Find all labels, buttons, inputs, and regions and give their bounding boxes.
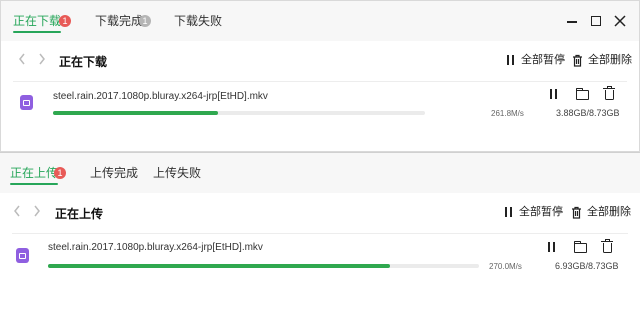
- pause-icon: [507, 55, 514, 66]
- tab-uploading-label: 正在上传: [10, 166, 59, 180]
- forward-button[interactable]: [32, 204, 42, 221]
- tab-download-complete-label: 下载完成: [95, 14, 144, 28]
- forward-button[interactable]: [37, 52, 47, 69]
- pause-all-label: 全部暂停: [521, 54, 565, 66]
- transfer-speed: 261.8M/s: [491, 109, 524, 118]
- minimize-icon: [567, 21, 577, 23]
- open-folder-button[interactable]: [575, 87, 589, 101]
- section-title: 正在上传: [55, 207, 104, 221]
- delete-button[interactable]: [600, 239, 614, 253]
- folder-icon: [573, 240, 587, 253]
- downloading-count-badge: 1: [59, 15, 71, 27]
- download-titlebar: 正在下载 1 下载完成 1 下载失败: [1, 1, 639, 41]
- pause-icon-bar: [553, 242, 555, 252]
- pause-all-label: 全部暂停: [519, 206, 563, 218]
- upload-list-item: steel.rain.2017.1080p.bluray.x264-jrp[Et…: [0, 235, 640, 275]
- open-folder-button[interactable]: [573, 240, 587, 254]
- trash-icon: [573, 54, 582, 67]
- tab-downloading-label: 正在下载: [13, 14, 62, 28]
- divider: [13, 81, 627, 82]
- pause-button[interactable]: [547, 87, 561, 101]
- chevron-right-icon: [34, 205, 40, 217]
- tab-download-complete[interactable]: 下载完成: [95, 13, 143, 33]
- download-complete-count-badge: 1: [139, 15, 151, 27]
- chevron-left-icon: [19, 53, 25, 65]
- section-title: 正在下载: [59, 55, 108, 69]
- active-tab-indicator: [13, 31, 62, 33]
- close-button[interactable]: [612, 13, 628, 29]
- upload-toolbar: 正在上传 全部暂停 全部删除: [0, 193, 640, 233]
- tab-upload-failed-label: 上传失败: [153, 166, 202, 180]
- pause-icon: [550, 89, 552, 99]
- progress-fill: [48, 264, 391, 268]
- uploading-count-badge: 1: [54, 167, 66, 179]
- download-toolbar: 正在下载 全部暂停 全部删除: [1, 41, 639, 81]
- divider: [12, 233, 628, 234]
- tab-uploading[interactable]: 正在上传: [10, 165, 59, 185]
- progress-bar: [48, 264, 479, 268]
- download-list-item: steel.rain.2017.1080p.bluray.x264-jrp[Et…: [1, 83, 639, 123]
- close-icon: [614, 15, 626, 27]
- transfer-speed: 270.0M/s: [489, 262, 522, 271]
- chevron-left-icon: [14, 205, 20, 217]
- tab-downloading[interactable]: 正在下载: [13, 13, 62, 33]
- pause-icon: [548, 242, 550, 252]
- trash-icon: [572, 206, 581, 219]
- maximize-icon: [591, 16, 601, 26]
- minimize-button[interactable]: [564, 13, 580, 29]
- upload-window: 正在上传 1 上传完成 上传失败 正在上传 全部暂停 全部删除 steel.ra…: [0, 152, 640, 318]
- file-name: steel.rain.2017.1080p.bluray.x264-jrp[Et…: [53, 91, 268, 102]
- tab-download-failed[interactable]: 下载失败: [174, 13, 222, 33]
- video-file-icon: [20, 95, 33, 110]
- pause-button[interactable]: [545, 240, 559, 254]
- pause-icon: [505, 207, 512, 218]
- folder-icon: [575, 87, 589, 100]
- delete-all-button[interactable]: 全部删除: [572, 53, 632, 67]
- active-tab-indicator: [10, 183, 59, 185]
- file-size-progress: 6.93GB/8.73GB: [555, 261, 619, 271]
- progress-fill: [53, 111, 219, 115]
- tab-download-failed-label: 下载失败: [174, 14, 223, 28]
- maximize-button[interactable]: [588, 13, 604, 29]
- trash-body: [603, 243, 612, 253]
- trash-body: [605, 90, 614, 100]
- download-window: 正在下载 1 下载完成 1 下载失败 正在下载 全部暂停 全部删除 steel.…: [0, 0, 640, 152]
- tab-upload-complete[interactable]: 上传完成: [90, 165, 138, 185]
- back-button[interactable]: [17, 52, 27, 69]
- upload-titlebar: 正在上传 1 上传完成 上传失败: [0, 153, 640, 193]
- pause-all-button[interactable]: 全部暂停: [504, 205, 563, 219]
- progress-bar: [53, 111, 425, 115]
- chevron-right-icon: [39, 53, 45, 65]
- pause-all-button[interactable]: 全部暂停: [506, 53, 565, 67]
- tab-upload-complete-label: 上传完成: [90, 166, 139, 180]
- pause-icon-bar: [555, 89, 557, 99]
- video-file-icon: [16, 248, 29, 263]
- delete-all-label: 全部删除: [588, 54, 632, 66]
- delete-all-label: 全部删除: [587, 206, 631, 218]
- tab-upload-failed[interactable]: 上传失败: [153, 165, 201, 185]
- file-size-progress: 3.88GB/8.73GB: [556, 108, 620, 118]
- file-name: steel.rain.2017.1080p.bluray.x264-jrp[Et…: [48, 242, 263, 253]
- delete-all-button[interactable]: 全部删除: [571, 205, 631, 219]
- delete-button[interactable]: [602, 86, 616, 100]
- back-button[interactable]: [12, 204, 22, 221]
